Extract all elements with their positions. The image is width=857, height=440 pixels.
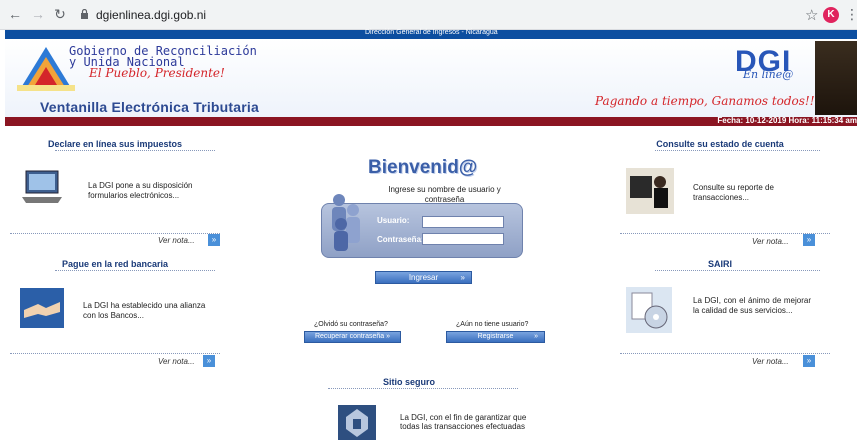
gov-slogan: El Pueblo, Presidente! <box>89 66 225 80</box>
welcome-title: Bienvenid@ <box>368 157 478 178</box>
recover-password-label: Recuperar contraseña <box>314 333 385 340</box>
ver-nota-button[interactable]: » <box>208 234 220 246</box>
lock-icon <box>81 9 88 19</box>
government-logo-icon <box>17 47 75 91</box>
security-icon <box>338 405 376 440</box>
reload-icon[interactable]: ↻ <box>53 7 67 21</box>
user-label: Usuario: <box>377 216 410 225</box>
box-title-declare: Declare en línea sus impuestos <box>47 139 183 149</box>
login-button[interactable]: Ingresar » <box>375 271 472 284</box>
forgot-question: ¿Olvidó su contraseña? <box>314 321 388 328</box>
menu-dots-icon[interactable]: ⋮ <box>845 6 857 23</box>
secure-title: Sitio seguro <box>383 377 436 387</box>
ver-nota-button[interactable]: » <box>803 234 815 246</box>
forward-icon[interactable]: → <box>31 7 45 21</box>
register-question: ¿Aún no tiene usuario? <box>456 321 529 328</box>
box-title-pague: Pague en la red bancaria <box>61 259 169 269</box>
divider <box>655 270 820 271</box>
portrait-image <box>815 41 857 115</box>
browser-toolbar: ← → ↻ dgienlinea.dgi.gob.ni ☆ K ⋮ <box>0 0 857 30</box>
divider <box>10 353 220 354</box>
box-desc-consulte: Consulte su reporte de transacciones... <box>693 183 774 202</box>
divider <box>620 353 830 354</box>
password-input[interactable] <box>422 233 504 245</box>
dgi-sub: En line@ <box>743 68 794 81</box>
arrow-right-icon: » <box>534 333 538 340</box>
username-input[interactable] <box>422 216 504 228</box>
box-title-sairi: SAIRI <box>707 259 732 269</box>
ver-nota-link[interactable]: Ver nota... <box>752 357 789 366</box>
arrow-right-icon: » <box>460 273 465 282</box>
divider <box>328 388 518 389</box>
date-time: Fecha: 10-12-2019 Hora: 11:15:34 am <box>717 116 857 125</box>
profile-avatar[interactable]: K <box>823 7 839 23</box>
cd-documents-icon <box>626 287 672 333</box>
portal-title: Ventanilla Electrónica Tributaria <box>40 99 260 115</box>
site-header: Gobierno de Reconciliación y Unida Nacio… <box>5 39 857 117</box>
laptop-icon <box>22 170 62 203</box>
slogan: Pagando a tiempo, Ganamos todos!! <box>595 94 815 108</box>
ver-nota-link[interactable]: Ver nota... <box>752 237 789 246</box>
date-bar: Fecha: 10-12-2019 Hora: 11:15:34 am <box>5 116 857 126</box>
person-computer-icon <box>626 168 674 214</box>
divider <box>10 233 220 234</box>
register-label: Registrarse <box>477 333 514 340</box>
top-strip-text: Dirección General de Ingresos - Nicaragu… <box>365 29 498 36</box>
login-hint: Ingrese su nombre de usuario y contraseñ… <box>388 185 501 204</box>
bookmark-star-icon[interactable]: ☆ <box>805 6 818 24</box>
users-icon <box>332 194 360 251</box>
secure-desc: La DGI, con el fin de garantizar que tod… <box>400 413 527 431</box>
ver-nota-link[interactable]: Ver nota... <box>158 236 195 245</box>
password-label: Contraseña: <box>377 235 424 244</box>
ver-nota-button[interactable]: » <box>803 355 815 367</box>
login-button-label: Ingresar <box>408 273 439 282</box>
back-icon[interactable]: ← <box>8 7 22 21</box>
ver-nota-link[interactable]: Ver nota... <box>158 357 195 366</box>
divider <box>55 270 215 271</box>
register-button[interactable]: Registrarse » <box>446 331 545 343</box>
divider <box>620 233 830 234</box>
ver-nota-button[interactable]: » <box>203 355 215 367</box>
box-desc-sairi: La DGI, con el ánimo de mejorar la calid… <box>693 296 811 315</box>
handshake-icon <box>20 288 64 328</box>
recover-password-button[interactable]: Recuperar contraseña » <box>304 331 401 343</box>
box-desc-declare: La DGI pone a su disposición formularios… <box>88 181 193 200</box>
top-strip: Dirección General de Ingresos - Nicaragu… <box>5 29 857 39</box>
divider <box>55 150 215 151</box>
divider <box>655 150 820 151</box>
box-title-consulte: Consulte su estado de cuenta <box>656 139 784 149</box>
url-text: dgienlinea.dgi.gob.ni <box>96 8 207 22</box>
box-desc-pague: La DGI ha establecido una alianza con lo… <box>83 301 206 320</box>
